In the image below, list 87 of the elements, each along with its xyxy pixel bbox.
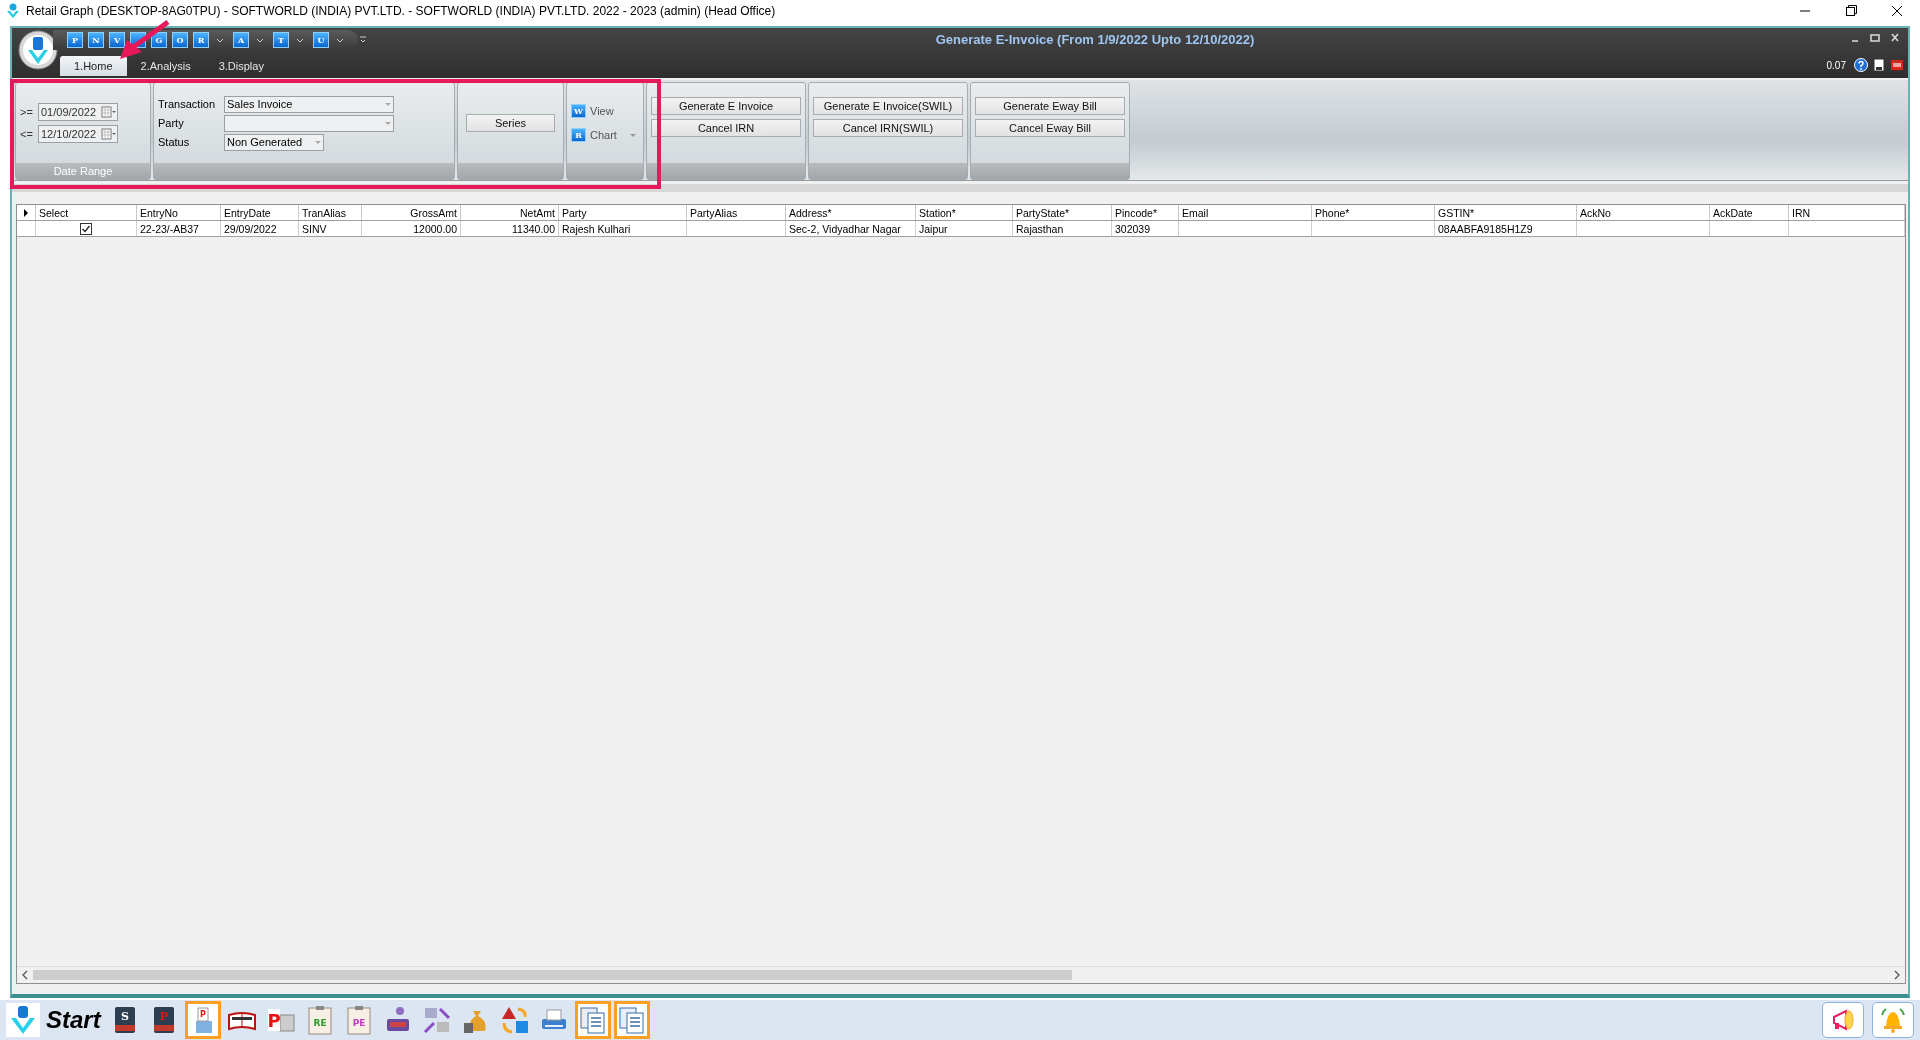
- filter-label: Status: [158, 136, 191, 148]
- column-header[interactable]: GrossAmt: [362, 205, 461, 220]
- column-header[interactable]: Email: [1179, 205, 1312, 220]
- row-checkbox[interactable]: [80, 222, 92, 235]
- table-cell: 12000.00: [362, 221, 461, 236]
- form-title: Generate E-Invoice (From 1/9/2022 Upto 12/10/2022): [935, 32, 1255, 47]
- dropdown-field[interactable]: Sales Invoice: [224, 95, 394, 113]
- action-button[interactable]: Cancel IRN(SWIL): [813, 119, 963, 137]
- window-title: Retail Graph (DESKTOP-8AG0TPU) - SOFTWORLD (INDIA) PVT.LTD. - SOFTWORLD (INDIA) PVT.LTD. 2022 - 2023 (admin) (Head Office): [26, 4, 777, 18]
- table-cell: 08AABFA9185H1Z9: [1435, 221, 1577, 236]
- caret-icon[interactable]: [216, 36, 224, 44]
- column-header[interactable]: Station*: [916, 205, 1013, 220]
- column-header[interactable]: TranAlias: [299, 205, 362, 220]
- caret-icon[interactable]: [336, 36, 344, 44]
- toolbar-button[interactable]: T: [273, 32, 289, 48]
- column-header[interactable]: NetAmt: [461, 205, 559, 220]
- bell-icon: [1878, 1005, 1908, 1035]
- view-button[interactable]: Chart: [590, 129, 617, 141]
- series-button[interactable]: Series: [466, 114, 555, 132]
- table-cell: SINV: [299, 221, 362, 236]
- operator-label: <=: [20, 128, 34, 140]
- table-cell: 11340.00: [461, 221, 559, 236]
- help-icon[interactable]: [1854, 58, 1868, 72]
- column-header[interactable]: Party: [559, 205, 687, 220]
- column-header[interactable]: PartyAlias: [687, 205, 786, 220]
- calendar-icon[interactable]: [101, 128, 117, 140]
- toolbar-button[interactable]: N: [88, 32, 104, 48]
- toolbar-button[interactable]: V: [109, 32, 125, 48]
- dropdown-field[interactable]: [224, 114, 394, 132]
- ribbon-tab[interactable]: 1.Home: [60, 56, 127, 76]
- action-button[interactable]: Generate E Invoice(SWIL): [813, 97, 963, 115]
- action-button[interactable]: Cancel IRN: [651, 119, 801, 137]
- column-header[interactable]: GSTIN*: [1435, 205, 1577, 220]
- column-header[interactable]: IRN: [1789, 205, 1905, 220]
- view-button[interactable]: View: [590, 105, 614, 117]
- date-field[interactable]: 01/09/2022: [38, 103, 118, 121]
- column-header[interactable]: Phone*: [1312, 205, 1435, 220]
- dropdown-field[interactable]: Non Generated: [224, 133, 324, 151]
- toolbar-button[interactable]: A: [233, 32, 249, 48]
- customize-icon[interactable]: [358, 35, 368, 45]
- view-icon: R: [571, 128, 586, 142]
- toolbar-button[interactable]: R: [193, 32, 209, 48]
- column-header[interactable]: AckDate: [1710, 205, 1789, 220]
- column-header[interactable]: Pincode*: [1112, 205, 1179, 220]
- table-cell: 22-23/-AB37: [137, 221, 221, 236]
- toolbar-button[interactable]: P: [67, 32, 83, 48]
- action-button[interactable]: Generate E Invoice: [651, 97, 801, 115]
- table-cell: Rajesh Kulhari: [559, 221, 687, 236]
- exit-icon[interactable]: [1890, 58, 1904, 72]
- date-field[interactable]: 12/10/2022: [38, 125, 118, 143]
- document-icon[interactable]: [1872, 58, 1886, 72]
- documents-icon: [577, 1005, 608, 1035]
- table-cell: 29/09/2022: [221, 221, 299, 236]
- column-header[interactable]: Select: [36, 205, 137, 220]
- filter-label: Party: [158, 117, 185, 129]
- exchange-icon: [421, 1005, 452, 1035]
- column-header[interactable]: EntryDate: [221, 205, 299, 220]
- caret-icon[interactable]: [296, 36, 304, 44]
- column-header[interactable]: Address*: [786, 205, 916, 220]
- action-button[interactable]: Cancel Eway Bill: [975, 119, 1125, 137]
- group-label: Date Range: [16, 163, 150, 179]
- column-header[interactable]: EntryNo: [137, 205, 221, 220]
- operator-label: >=: [20, 106, 34, 118]
- column-header[interactable]: AckNo: [1577, 205, 1710, 220]
- row-indicator-icon: [22, 208, 30, 217]
- start-button[interactable]: Start: [46, 1006, 101, 1034]
- ribbon-tab[interactable]: 3.Display: [204, 56, 278, 76]
- table-cell: Jaipur: [916, 221, 1013, 236]
- tray-button[interactable]: [1822, 1002, 1864, 1038]
- documents-icon: [616, 1005, 647, 1035]
- table-cell: Sec-2, Vidyadhar Nagar: [786, 221, 916, 236]
- table-cell: 302039: [1112, 221, 1179, 236]
- table-cell: Rajasthan: [1013, 221, 1112, 236]
- pointer-arrow: [120, 19, 170, 59]
- ribbon-tab[interactable]: 2.Analysis: [126, 56, 205, 76]
- app-logo-icon[interactable]: [18, 30, 58, 70]
- status-value: 0.07: [1826, 59, 1846, 71]
- caret-icon[interactable]: [256, 36, 264, 44]
- shapes-icon: [499, 1005, 530, 1035]
- column-header[interactable]: PartyState*: [1013, 205, 1112, 220]
- view-icon: W: [571, 104, 586, 118]
- filter-label: Transaction: [158, 98, 217, 110]
- app-logo-icon: [6, 3, 20, 19]
- calendar-icon[interactable]: [101, 106, 117, 118]
- action-button[interactable]: Generate Eway Bill: [975, 97, 1125, 115]
- scrollbar-thumb[interactable]: [33, 970, 1073, 980]
- toolbar-button[interactable]: O: [172, 32, 188, 48]
